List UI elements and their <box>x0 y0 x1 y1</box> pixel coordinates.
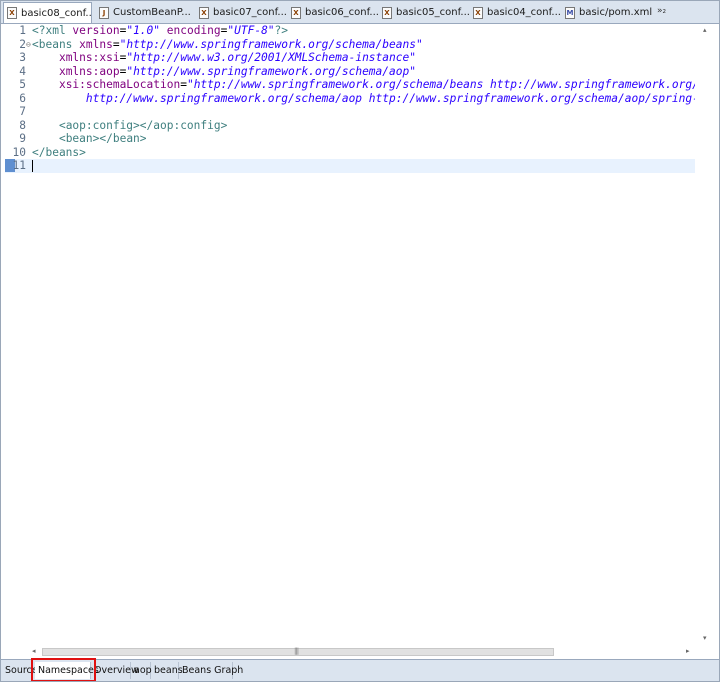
code-text-area[interactable]: <?xml version="1.0" encoding="UTF-8"?> <… <box>32 24 695 646</box>
xml-file-icon: X <box>291 6 301 19</box>
tab-basic08-config[interactable]: X basic08_conf... ✕ <box>3 2 92 23</box>
tab-overview[interactable]: Overview <box>91 662 139 679</box>
tab-label: basic06_conf... <box>305 7 378 18</box>
code-line-10: </beans> <box>32 145 86 159</box>
xml-file-icon: X <box>473 6 483 19</box>
tab-label: basic05_conf... <box>396 7 469 18</box>
line-number: 3 <box>19 51 26 64</box>
code-line-5: xsi:schemaLocation="http://www.springfra… <box>58 78 695 91</box>
xml-editor-window: X basic08_conf... ✕ J CustomBeanP... X b… <box>0 0 720 682</box>
tab-custombeanp[interactable]: J CustomBeanP... <box>96 3 192 22</box>
scroll-right-arrow-icon[interactable]: ▸ <box>686 647 690 655</box>
tab-basic06-config[interactable]: X basic06_conf... <box>288 3 378 22</box>
line-number: 10 <box>12 145 26 159</box>
line-number: 4 <box>19 64 26 78</box>
line-number: 11 <box>12 159 26 172</box>
tab-label: basic04_conf... <box>487 7 560 18</box>
scroll-grip-icon: ||| <box>294 647 299 655</box>
editor-page-tab-bar: Source Namespaces Overview aop beans Bea… <box>1 659 719 681</box>
tab-overflow-chevron-icon[interactable]: »₂ <box>657 6 666 16</box>
line-number: 5 <box>19 78 26 91</box>
code-line-11[interactable] <box>32 159 695 173</box>
tab-label: basic/pom.xml <box>579 7 652 18</box>
code-line-1: <?xml version="1.0" encoding="UTF-8"?> <box>32 24 289 37</box>
tab-basic05-config[interactable]: X basic05_conf... <box>379 3 469 22</box>
code-line-9: <bean></bean> <box>58 132 147 145</box>
scroll-left-arrow-icon[interactable]: ◂ <box>32 647 36 655</box>
horizontal-scrollbar[interactable]: ◂ ||| ▸ <box>32 647 696 658</box>
tab-label: CustomBeanP... <box>113 7 191 18</box>
code-line-6: http://www.springframework.org/schema/ao… <box>85 91 695 105</box>
code-line-3: xmlns:xsi="http://www.w3.org/2001/XMLSch… <box>58 51 416 64</box>
tab-label: basic08_conf... <box>21 7 92 19</box>
tab-basic07-config[interactable]: X basic07_conf... <box>196 3 286 22</box>
editor-tab-bar: X basic08_conf... ✕ J CustomBeanP... X b… <box>1 1 719 24</box>
line-number-gutter: 1 2 ⊖ 3 4 5 6 7 8 9 10 11 <box>5 24 32 646</box>
line-number: 6 <box>19 91 26 105</box>
code-line-4: xmlns:aop="http://www.springframework.or… <box>58 64 416 78</box>
tab-source[interactable]: Source <box>3 662 38 679</box>
tab-namespaces[interactable]: Namespaces <box>35 662 99 679</box>
code-editor[interactable]: 1 2 ⊖ 3 4 5 6 7 8 9 10 11 <?xml version="… <box>1 24 719 646</box>
line-number: 9 <box>19 132 26 145</box>
xml-file-icon: X <box>199 6 209 19</box>
tab-basic04-config[interactable]: X basic04_conf... <box>470 3 560 22</box>
maven-file-icon: M <box>565 6 575 19</box>
tab-label: basic07_conf... <box>213 7 286 18</box>
java-file-icon: J <box>99 6 109 19</box>
line-number: 2 <box>19 37 26 51</box>
code-line-8: <aop:config></aop:config> <box>58 118 228 132</box>
code-line-2: <beans xmlns="http://www.springframework… <box>32 37 423 51</box>
scroll-up-arrow-icon[interactable]: ▴ <box>703 26 707 34</box>
xml-file-icon: X <box>382 6 392 19</box>
tab-beans-graph[interactable]: Beans Graph <box>179 662 243 679</box>
vertical-scrollbar[interactable]: ▴ ▾ <box>695 24 719 646</box>
line-number: 8 <box>19 118 26 132</box>
scroll-down-arrow-icon[interactable]: ▾ <box>703 634 707 642</box>
line-number: 7 <box>19 105 26 118</box>
tab-aop[interactable]: aop <box>131 662 152 679</box>
text-caret <box>32 160 33 172</box>
xml-file-icon: X <box>7 7 17 19</box>
tab-pom-xml[interactable]: M basic/pom.xml <box>562 3 652 22</box>
line-number: 1 <box>19 24 26 37</box>
tab-beans[interactable]: beans <box>151 662 183 679</box>
